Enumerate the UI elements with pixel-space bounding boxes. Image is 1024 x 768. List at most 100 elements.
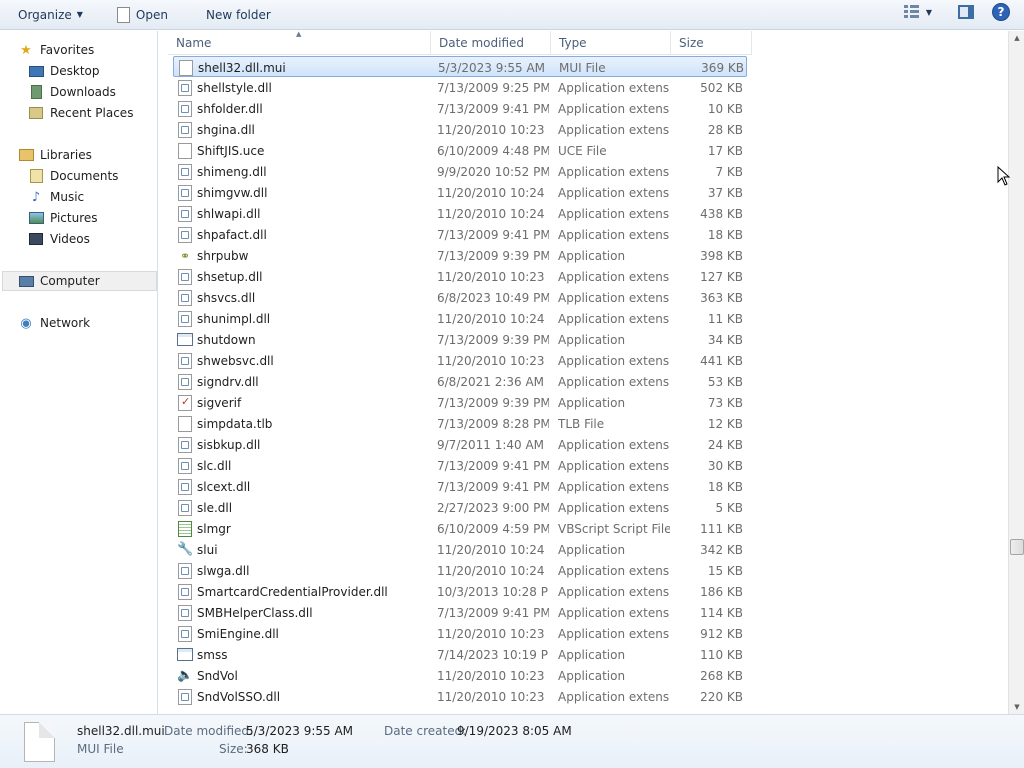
file-row[interactable]: sigverif 7/13/2009 9:39 PM Application 73 K… (173, 392, 747, 413)
file-row[interactable]: SndVolSSO.dll 11/20/2010 10:23 ... Applica… (173, 686, 747, 707)
file-size: 37 KB (707, 185, 743, 200)
nav-item-videos[interactable]: Videos (28, 229, 90, 249)
file-size: 10 KB (707, 101, 743, 116)
organize-button[interactable]: Organize ▼ (10, 3, 91, 27)
open-button[interactable]: Open (109, 3, 176, 27)
file-icon-cell (178, 57, 194, 78)
file-row[interactable]: simpdata.tlb 7/13/2009 8:28 PM TLB File 12 … (173, 413, 747, 434)
file-row[interactable]: shimeng.dll 9/9/2020 10:52 PM Application … (173, 161, 747, 182)
file-row[interactable]: ⚭ shrpubw 7/13/2009 9:39 PM Application 398 … (173, 245, 747, 266)
app-icon (177, 648, 193, 661)
help-icon[interactable]: ? (992, 3, 1010, 21)
recent-places-icon (28, 106, 44, 120)
file-date-modified: 7/13/2009 9:41 PM (437, 227, 549, 242)
file-size: 11 KB (707, 311, 743, 326)
file-row[interactable]: 🔧 slui 11/20/2010 10:24 ... Application 342 … (173, 539, 747, 560)
file-row[interactable]: slwga.dll 11/20/2010 10:24 ... Application… (173, 560, 747, 581)
file-row[interactable]: slc.dll 7/13/2009 9:41 PM Application exte… (173, 455, 747, 476)
file-size: 363 KB (700, 290, 743, 305)
file-row[interactable]: shell32.dll.mui 5/3/2023 9:55 AM MUI File 3… (173, 56, 747, 77)
file-type: Application (558, 647, 626, 662)
file-size: 18 KB (707, 227, 743, 242)
file-type: Application extens... (558, 311, 670, 326)
file-row[interactable]: shutdown 7/13/2009 9:39 PM Application 34 K… (173, 329, 747, 350)
keys-icon: 🔧 (177, 541, 193, 557)
nav-item-label: Pictures (50, 211, 98, 225)
file-date-modified: 9/9/2020 10:52 PM (437, 164, 549, 179)
file-row[interactable]: signdrv.dll 6/8/2021 2:36 AM Application e… (173, 371, 747, 392)
nav-libraries[interactable]: Libraries (18, 145, 92, 165)
file-name: sisbkup.dll (197, 437, 261, 452)
file-icon-cell (177, 581, 193, 602)
nav-network[interactable]: ◉ Network (18, 313, 90, 333)
column-header-type[interactable]: Type (551, 31, 671, 55)
file-type: Application (558, 332, 626, 347)
file-row[interactable]: slcext.dll 7/13/2009 9:41 PM Application e… (173, 476, 747, 497)
file-date-modified: 7/13/2009 9:41 PM (437, 605, 549, 620)
nav-item-downloads[interactable]: Downloads (28, 82, 116, 102)
dll-icon (178, 457, 192, 474)
file-row[interactable]: shunimpl.dll 11/20/2010 10:24 ... Applicat… (173, 308, 747, 329)
file-name: shell32.dll.mui (198, 60, 286, 75)
file-row[interactable]: SmartcardCredentialProvider.dll 10/3/2013… (173, 581, 747, 602)
file-row[interactable]: slmgr 6/10/2009 4:59 PM VBScript Script Fi… (173, 518, 747, 539)
file-size: 127 KB (700, 269, 743, 284)
column-header-name[interactable]: Name (168, 31, 431, 55)
scroll-up-icon[interactable]: ▲ (1009, 31, 1024, 45)
column-header-size[interactable]: Size (671, 31, 752, 55)
file-type: Application (558, 248, 626, 263)
scrollbar-thumb[interactable] (1010, 539, 1024, 555)
organize-label: Organize (18, 7, 72, 22)
dll-icon (178, 226, 192, 243)
vertical-scrollbar[interactable]: ▲ ▼ (1008, 31, 1024, 714)
file-row[interactable]: ShiftJIS.uce 6/10/2009 4:48 PM UCE File 17 … (173, 140, 747, 161)
nav-item-music[interactable]: ♪ Music (28, 187, 84, 207)
file-date-modified: 7/14/2023 10:19 PM (437, 647, 549, 662)
column-header-label: Type (559, 36, 587, 50)
preview-pane-icon[interactable] (958, 5, 974, 19)
nav-item-recent-places[interactable]: Recent Places (28, 103, 133, 123)
file-row[interactable]: shellstyle.dll 7/13/2009 9:25 PM Applicati… (173, 77, 747, 98)
file-row[interactable]: smss 7/14/2023 10:19 PM Application 110 KB (173, 644, 747, 665)
file-row[interactable]: 🔈 SndVol 11/20/2010 10:23 ... Application 26… (173, 665, 747, 686)
nav-computer[interactable]: Computer (2, 271, 157, 291)
file-type: Application extens... (558, 458, 670, 473)
file-size: 114 KB (700, 605, 743, 620)
file-size: 398 KB (700, 248, 743, 263)
speaker-icon: 🔈 (177, 667, 193, 683)
file-name: shsvcs.dll (197, 290, 256, 305)
file-list: shell32.dll.mui 5/3/2023 9:55 AM MUI File 3… (168, 56, 1008, 714)
file-type: Application extens... (558, 500, 670, 515)
downloads-icon (28, 85, 44, 99)
nav-favorites[interactable]: ★ Favorites (18, 40, 94, 60)
file-row[interactable]: shsetup.dll 11/20/2010 10:23 ... Applicati… (173, 266, 747, 287)
file-row[interactable]: shlwapi.dll 11/20/2010 10:24 ... Applicati… (173, 203, 747, 224)
details-file-name: shell32.dll.mui (77, 724, 165, 738)
new-folder-button[interactable]: New folder (198, 3, 279, 27)
nav-item-documents[interactable]: Documents (28, 166, 118, 186)
file-row[interactable]: shgina.dll 11/20/2010 10:23 ... Applicatio… (173, 119, 747, 140)
file-row[interactable]: sle.dll 2/27/2023 9:00 PM Application exte… (173, 497, 747, 518)
dll-icon (178, 163, 192, 180)
file-date-modified: 6/8/2021 2:36 AM (437, 374, 545, 389)
file-row[interactable]: sisbkup.dll 9/7/2011 1:40 AM Application e… (173, 434, 747, 455)
change-view-icon[interactable] (903, 5, 920, 19)
file-icon-cell (177, 392, 193, 413)
file-row[interactable]: SmiEngine.dll 11/20/2010 10:23 ... Applica… (173, 623, 747, 644)
file-name: slc.dll (197, 458, 232, 473)
file-row[interactable]: shpafact.dll 7/13/2009 9:41 PM Application… (173, 224, 747, 245)
column-header-date-modified[interactable]: Date modified (431, 31, 551, 55)
file-size: 502 KB (700, 80, 743, 95)
file-row[interactable]: shimgvw.dll 11/20/2010 10:24 ... Applicati… (173, 182, 747, 203)
file-row[interactable]: shwebsvc.dll 11/20/2010 10:23 ... Applicat… (173, 350, 747, 371)
file-size: 268 KB (700, 668, 743, 683)
file-row[interactable]: shfolder.dll 7/13/2009 9:41 PM Application… (173, 98, 747, 119)
file-date-modified: 11/20/2010 10:24 ... (437, 563, 549, 578)
file-row[interactable]: shsvcs.dll 6/8/2023 10:49 PM Application e… (173, 287, 747, 308)
nav-item-pictures[interactable]: Pictures (28, 208, 98, 228)
view-options-chevron-icon[interactable]: ▼ (926, 8, 932, 17)
scroll-down-icon[interactable]: ▼ (1009, 700, 1024, 714)
nav-item-desktop[interactable]: Desktop (28, 61, 100, 81)
file-name: SndVol (197, 668, 238, 683)
file-row[interactable]: SMBHelperClass.dll 7/13/2009 9:41 PM Appli… (173, 602, 747, 623)
